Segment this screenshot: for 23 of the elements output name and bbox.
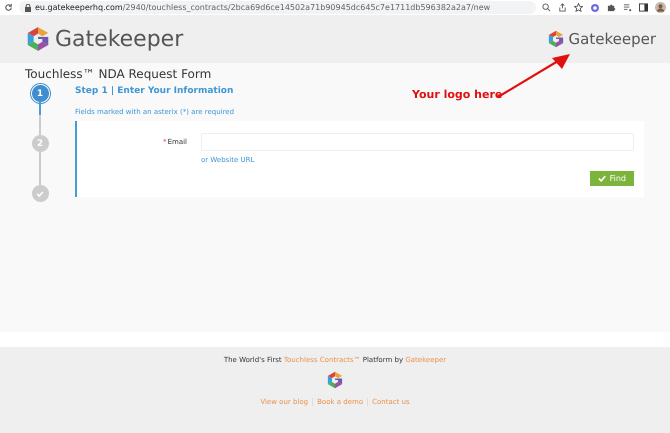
- logo-icon: [546, 30, 565, 48]
- avatar-icon[interactable]: [655, 2, 666, 13]
- reload-icon[interactable]: [4, 3, 13, 12]
- logo-text: Gatekeeper: [568, 30, 656, 48]
- url-text: eu.gatekeeperhq.com/2940/touchless_contracts/2bca69d6ce14502a71b90945dc645c7e1711db596382a2a7/new: [35, 3, 490, 12]
- sidebar-icon[interactable]: [639, 3, 648, 12]
- zoom-icon[interactable]: [542, 3, 551, 12]
- star-icon[interactable]: [574, 3, 583, 12]
- find-button[interactable]: Find: [590, 171, 634, 186]
- playlist-icon[interactable]: [623, 3, 632, 12]
- annotation-text: Your logo here: [412, 88, 502, 101]
- step-number: 1: [32, 85, 48, 102]
- logo-text: Gatekeeper: [55, 26, 184, 52]
- logo-icon: [25, 26, 51, 52]
- share-icon[interactable]: [558, 3, 567, 12]
- footer-logo-icon: [326, 371, 344, 389]
- address-bar[interactable]: eu.gatekeeperhq.com/2940/touchless_contracts/2bca69d6ce14502a71b90945dc645c7e1711db596382a2a7/new: [19, 1, 536, 14]
- form-title: Touchless™ NDA Request Form: [25, 66, 212, 83]
- check-icon: [598, 175, 606, 182]
- puzzle-icon[interactable]: [607, 3, 616, 12]
- step-heading: Step 1 | Enter Your Information: [75, 86, 234, 96]
- lock-icon: [25, 4, 31, 12]
- extension-icon[interactable]: [590, 2, 600, 12]
